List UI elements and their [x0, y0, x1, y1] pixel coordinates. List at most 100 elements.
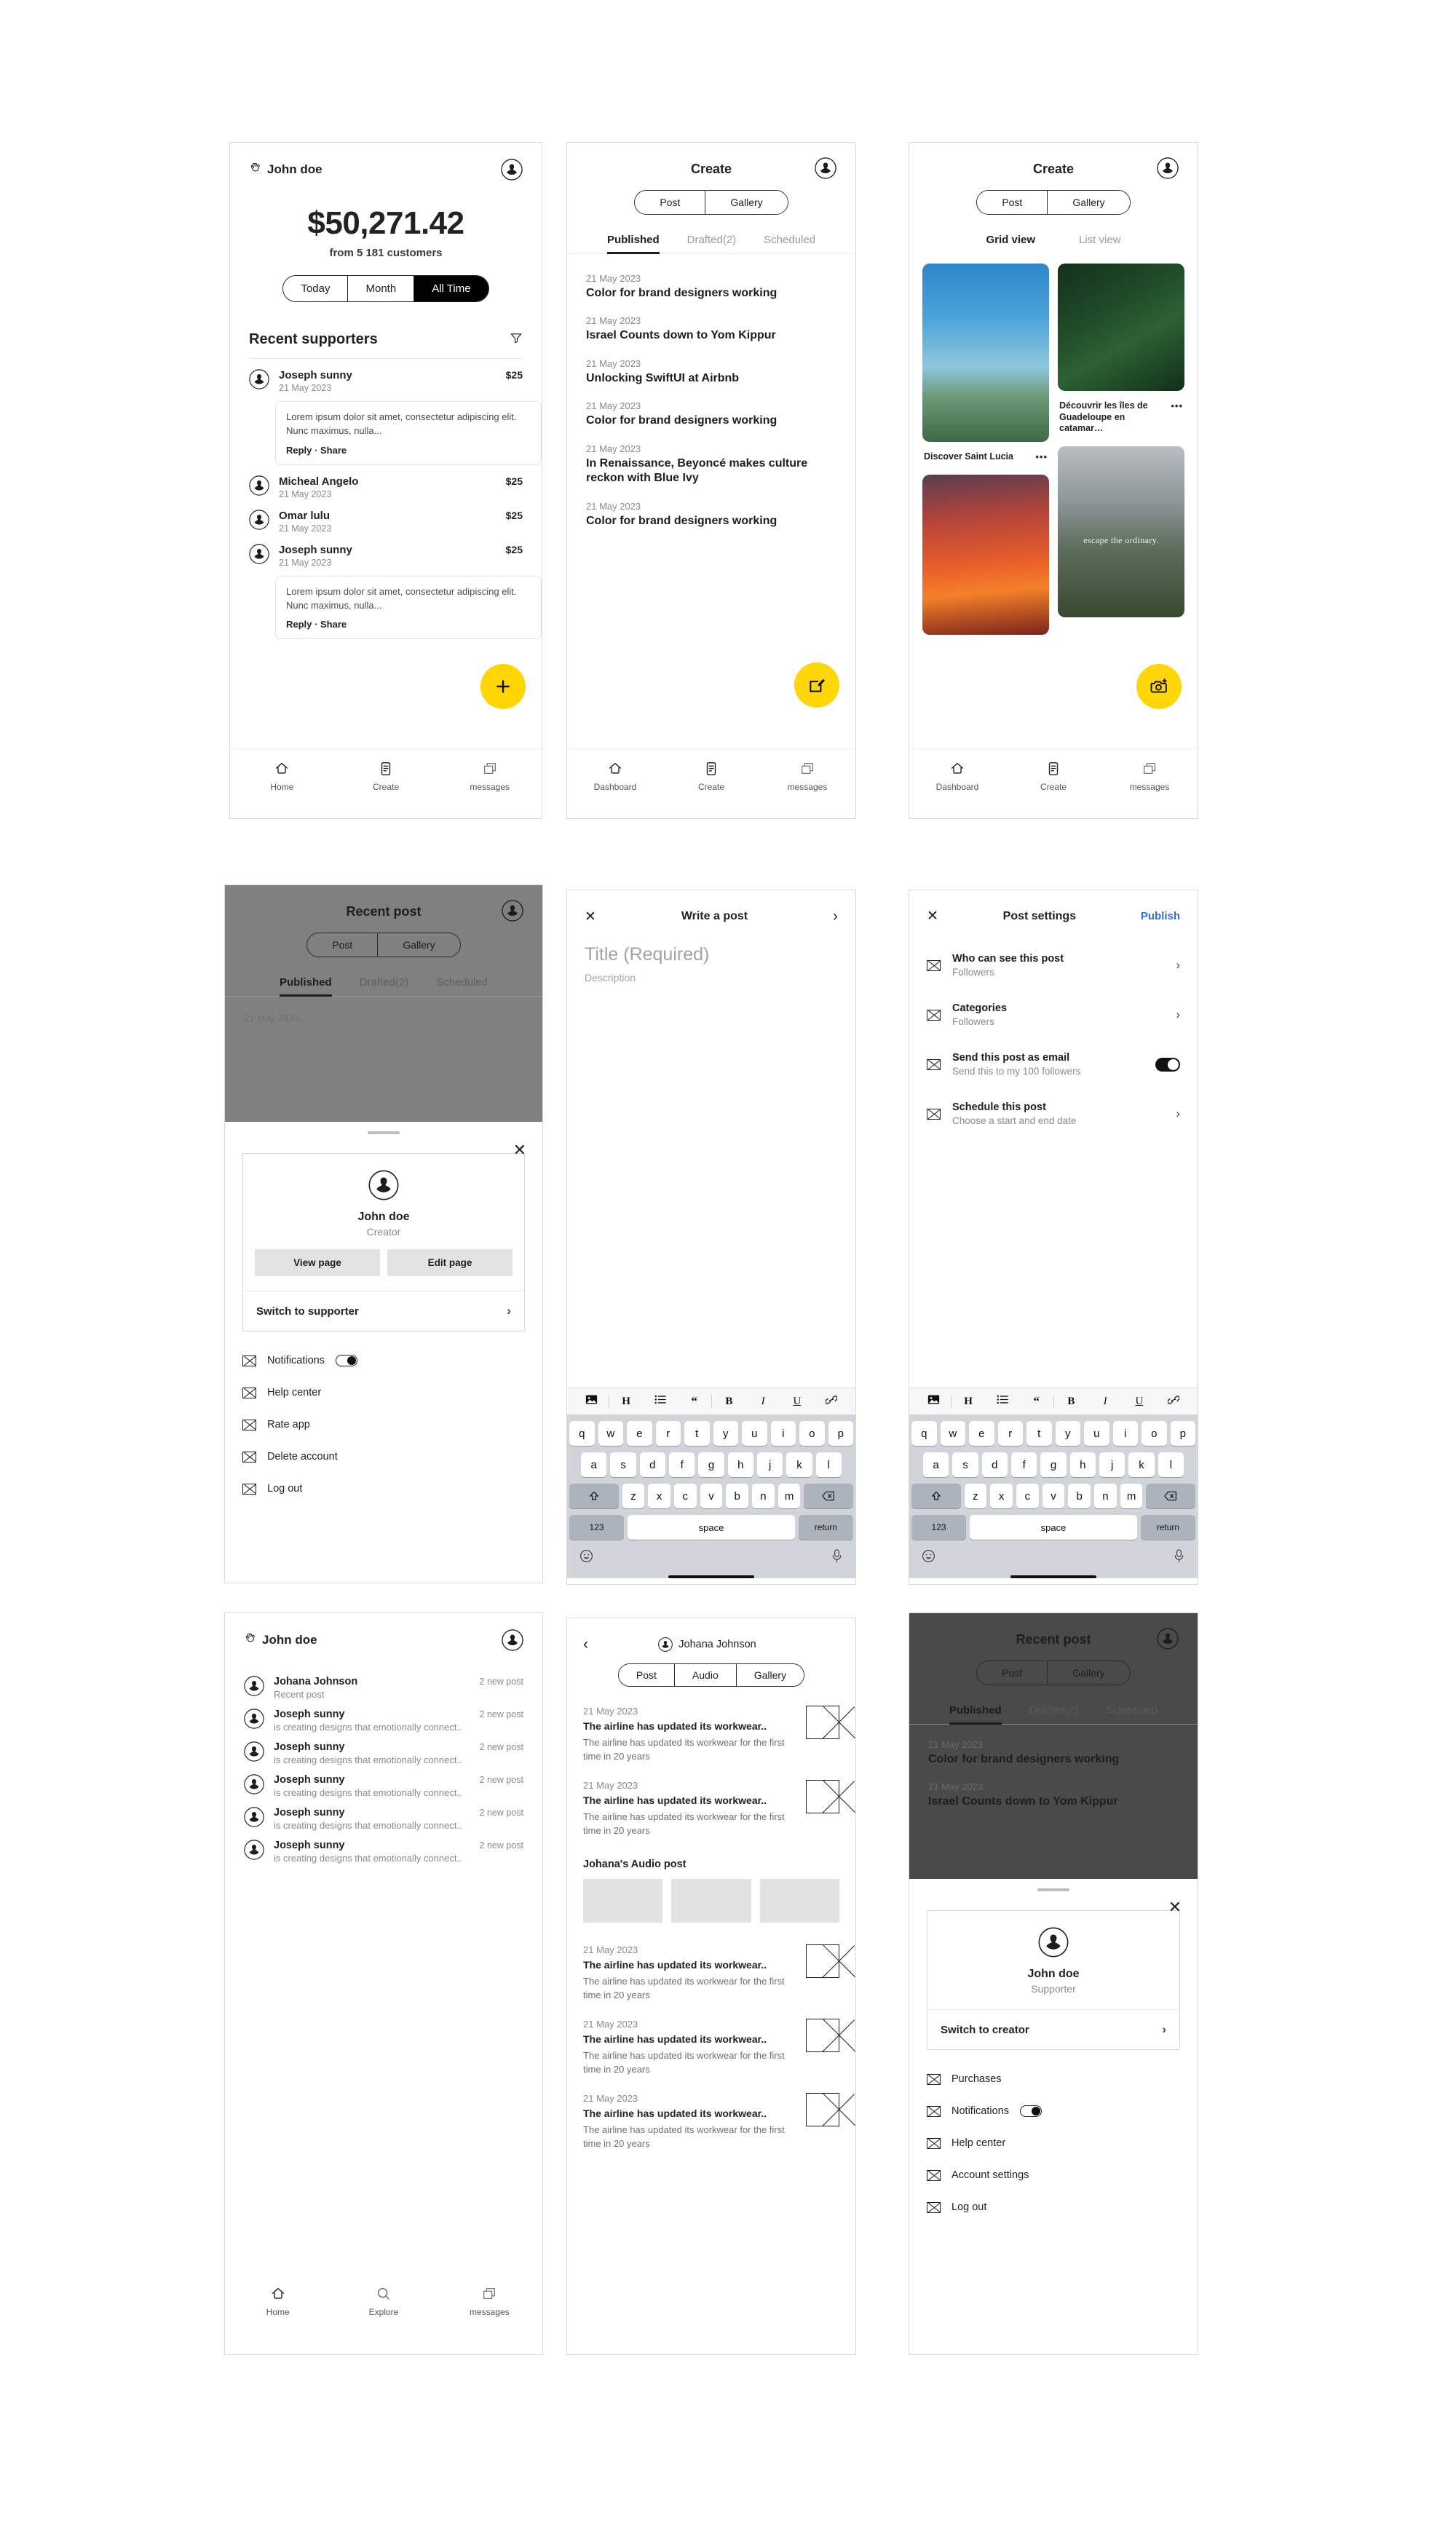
- nav-item-create[interactable]: Create: [334, 761, 438, 792]
- feed-user[interactable]: Johana Johnson: [588, 1637, 826, 1652]
- reply-link[interactable]: Reply: [286, 445, 312, 456]
- more-options-icon[interactable]: •••: [1035, 451, 1048, 463]
- italic-button[interactable]: I: [746, 1396, 780, 1408]
- key-k[interactable]: k: [786, 1452, 812, 1477]
- menu-item-help-center[interactable]: Help center: [927, 2127, 1180, 2159]
- key-d[interactable]: d: [981, 1452, 1008, 1477]
- menu-item-delete-account[interactable]: Delete account: [242, 1441, 525, 1473]
- key-n[interactable]: n: [1094, 1484, 1117, 1508]
- setting-schedule-post[interactable]: Schedule this post Choose a start and en…: [909, 1089, 1198, 1139]
- key-x[interactable]: x: [990, 1484, 1013, 1508]
- close-icon[interactable]: ✕: [513, 1142, 526, 1158]
- segment-gallery[interactable]: Gallery: [705, 191, 788, 214]
- space-key[interactable]: space: [628, 1515, 795, 1540]
- share-link[interactable]: Share: [320, 445, 347, 456]
- add-photo-fab-button[interactable]: [1136, 664, 1182, 709]
- tab-published[interactable]: Published: [606, 234, 660, 254]
- key-j[interactable]: j: [1099, 1452, 1125, 1477]
- tab-grid-view[interactable]: Grid view: [986, 234, 1035, 252]
- numeric-key[interactable]: 123: [569, 1515, 625, 1540]
- tab-drafted[interactable]: Drafted(2): [687, 234, 737, 254]
- supporter-row[interactable]: Joseph sunny $25 21 May 2023: [230, 359, 542, 393]
- key-h[interactable]: h: [1069, 1452, 1096, 1477]
- key-e[interactable]: e: [969, 1421, 994, 1446]
- drawer-scrim[interactable]: Recent post Post Gallery Published Draft…: [225, 885, 542, 1125]
- avatar[interactable]: [815, 157, 836, 179]
- space-key[interactable]: space: [970, 1515, 1137, 1540]
- more-options-icon[interactable]: •••: [1171, 400, 1183, 412]
- range-tab-alltime[interactable]: All Time: [414, 276, 488, 301]
- backspace-key[interactable]: [1146, 1484, 1196, 1508]
- return-key[interactable]: return: [798, 1515, 853, 1540]
- key-j[interactable]: j: [756, 1452, 783, 1477]
- filter-icon[interactable]: [510, 331, 523, 348]
- tab-scheduled[interactable]: Scheduled: [764, 234, 815, 254]
- drawer-scrim[interactable]: Recent post Post Gallery Published Draft…: [909, 1613, 1198, 1883]
- quote-icon[interactable]: “: [677, 1394, 711, 1409]
- supporter-row[interactable]: Joseph sunny $25 21 May 2023: [230, 534, 542, 568]
- header-user[interactable]: John doe: [249, 162, 323, 178]
- link-icon[interactable]: [814, 1395, 848, 1409]
- notification-row[interactable]: Johana Johnson 2 new post Recent post: [225, 1667, 542, 1700]
- nav-item-dashboard[interactable]: Dashboard: [909, 761, 1005, 792]
- back-icon[interactable]: ‹: [583, 1636, 588, 1653]
- supporter-row[interactable]: Omar lulu $25 21 May 2023: [230, 499, 542, 534]
- close-icon[interactable]: ✕: [585, 909, 596, 925]
- segment-gallery[interactable]: Gallery: [736, 1664, 804, 1686]
- add-fab-button[interactable]: [480, 664, 526, 709]
- key-r[interactable]: r: [997, 1421, 1023, 1446]
- publish-button[interactable]: Publish: [1141, 910, 1180, 922]
- notifications-toggle[interactable]: [1019, 2105, 1042, 2117]
- key-u[interactable]: u: [742, 1421, 767, 1446]
- gallery-card-image[interactable]: [922, 264, 1049, 442]
- nav-item-dashboard[interactable]: Dashboard: [567, 761, 663, 792]
- range-tab-today[interactable]: Today: [283, 276, 349, 301]
- title-input[interactable]: Title (Required): [585, 944, 838, 965]
- nav-item-home[interactable]: Home: [225, 2286, 331, 2317]
- gallery-card-image[interactable]: escape the ordinary.: [1058, 446, 1184, 617]
- feed-post-item[interactable]: 21 May 2023 The airline has updated its …: [567, 2092, 855, 2151]
- description-input[interactable]: Description: [585, 972, 838, 984]
- key-w[interactable]: w: [940, 1421, 965, 1446]
- key-f[interactable]: f: [669, 1452, 695, 1477]
- key-p[interactable]: p: [828, 1421, 853, 1446]
- key-e[interactable]: e: [627, 1421, 652, 1446]
- share-link[interactable]: Share: [320, 619, 347, 630]
- feed-post-item[interactable]: 21 May 2023 The airline has updated its …: [567, 2018, 855, 2077]
- nav-item-create[interactable]: Create: [1005, 761, 1101, 792]
- reply-link[interactable]: Reply: [286, 619, 312, 630]
- gallery-card-image[interactable]: [1058, 264, 1184, 391]
- audio-tile[interactable]: [671, 1878, 751, 1923]
- feed-post-item[interactable]: 21 May 2023 The airline has updated its …: [567, 1779, 855, 1838]
- avatar[interactable]: [501, 159, 523, 181]
- segment-audio[interactable]: Audio: [674, 1664, 737, 1686]
- key-z[interactable]: z: [964, 1484, 987, 1508]
- heading-button[interactable]: H: [951, 1396, 986, 1408]
- post-list-item[interactable]: 21 May 2023 Color for brand designers wo…: [567, 273, 855, 301]
- key-u[interactable]: u: [1084, 1421, 1109, 1446]
- menu-item-purchases[interactable]: Purchases: [927, 2063, 1180, 2095]
- key-s[interactable]: s: [952, 1452, 978, 1477]
- key-o[interactable]: o: [1142, 1421, 1167, 1446]
- notification-row[interactable]: Joseph sunny 2 new post is creating desi…: [225, 1831, 542, 1864]
- key-v[interactable]: v: [1042, 1484, 1065, 1508]
- key-t[interactable]: t: [1026, 1421, 1052, 1446]
- key-l[interactable]: l: [815, 1452, 842, 1477]
- key-g[interactable]: g: [1040, 1452, 1067, 1477]
- emoji-icon[interactable]: [922, 1549, 935, 1567]
- key-d[interactable]: d: [639, 1452, 665, 1477]
- shift-key[interactable]: [569, 1484, 619, 1508]
- heading-button[interactable]: H: [609, 1396, 644, 1408]
- key-q[interactable]: q: [911, 1421, 937, 1446]
- notification-row[interactable]: Joseph sunny 2 new post is creating desi…: [225, 1765, 542, 1798]
- mic-icon[interactable]: [831, 1549, 843, 1567]
- avatar[interactable]: [502, 1629, 523, 1651]
- key-f[interactable]: f: [1011, 1452, 1037, 1477]
- key-c[interactable]: c: [1016, 1484, 1039, 1508]
- return-key[interactable]: return: [1140, 1515, 1195, 1540]
- key-z[interactable]: z: [622, 1484, 645, 1508]
- key-o[interactable]: o: [799, 1421, 825, 1446]
- gallery-card-image[interactable]: [922, 475, 1049, 636]
- tab-list-view[interactable]: List view: [1079, 234, 1121, 252]
- send-email-toggle[interactable]: [1155, 1057, 1180, 1072]
